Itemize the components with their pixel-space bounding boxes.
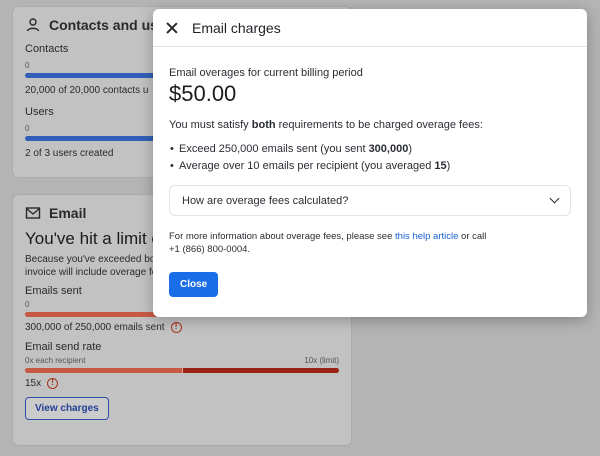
dialog-title: Email charges bbox=[192, 19, 281, 36]
user-icon bbox=[26, 18, 40, 32]
view-charges-button[interactable]: View charges bbox=[25, 397, 109, 420]
overage-period-label: Email overages for current billing perio… bbox=[169, 67, 363, 79]
bullet-suffix: ) bbox=[408, 143, 412, 155]
more-info-prefix: For more information about overage fees,… bbox=[169, 231, 396, 242]
more-info-suffix: or call bbox=[458, 231, 487, 242]
dialog-header: Email charges bbox=[153, 9, 587, 47]
close-icon[interactable] bbox=[166, 22, 178, 34]
dialog-body: Email overages for current billing perio… bbox=[153, 47, 587, 297]
send-rate-ticks: 0x each recipient 10x (limit) bbox=[25, 356, 339, 365]
requirements-text: You must satisfy both requirements to be… bbox=[169, 119, 571, 131]
bullet-bold: 300,000 bbox=[368, 143, 409, 155]
send-rate-value: 15x bbox=[25, 378, 42, 389]
email-charges-dialog: Email charges Email overages for current… bbox=[153, 9, 587, 317]
support-phone: +1 (866) 800-0004. bbox=[169, 244, 251, 255]
requirements-suffix: requirements to be charged overage fees: bbox=[275, 119, 483, 131]
email-card-title: Email bbox=[49, 205, 87, 221]
close-button[interactable]: Close bbox=[169, 272, 219, 297]
list-item: Exceed 250,000 emails sent (you sent 300… bbox=[169, 141, 571, 158]
warning-circle-icon: ! bbox=[170, 322, 182, 333]
bullet-prefix: Exceed 250,000 emails sent (you sent bbox=[179, 143, 369, 155]
accordion-label: How are overage fees calculated? bbox=[182, 194, 349, 207]
emails-sent-usage-row: 300,000 of 250,000 emails sent ! bbox=[13, 322, 351, 333]
bullet-bold: 15 bbox=[434, 160, 447, 172]
warning-circle-icon: ! bbox=[47, 378, 59, 389]
chevron-down-icon bbox=[549, 193, 560, 204]
bullet-prefix: Average over 10 emails per recipient (yo… bbox=[179, 160, 435, 172]
send-rate-tick-right: 10x (limit) bbox=[304, 356, 339, 365]
list-item: Average over 10 emails per recipient (yo… bbox=[169, 158, 571, 175]
requirements-bold: both bbox=[251, 119, 276, 131]
requirements-list: Exceed 250,000 emails sent (you sent 300… bbox=[169, 141, 571, 175]
more-info-text: For more information about overage fees,… bbox=[169, 230, 571, 256]
requirements-prefix: You must satisfy bbox=[169, 119, 252, 131]
send-rate-tick-left: 0x each recipient bbox=[25, 356, 86, 365]
overage-amount: $50.00 bbox=[169, 81, 237, 106]
send-rate-label: Email send rate bbox=[25, 341, 102, 353]
bullet-suffix: ) bbox=[446, 160, 451, 172]
overage-fees-accordion[interactable]: How are overage fees calculated? bbox=[169, 185, 571, 216]
help-article-link[interactable]: this help article bbox=[395, 231, 458, 242]
emails-sent-usage-text: 300,000 of 250,000 emails sent bbox=[25, 322, 165, 333]
send-rate-value-row: 15x ! bbox=[13, 378, 351, 389]
envelope-icon bbox=[25, 207, 41, 219]
send-rate-progress-bar bbox=[25, 368, 339, 373]
